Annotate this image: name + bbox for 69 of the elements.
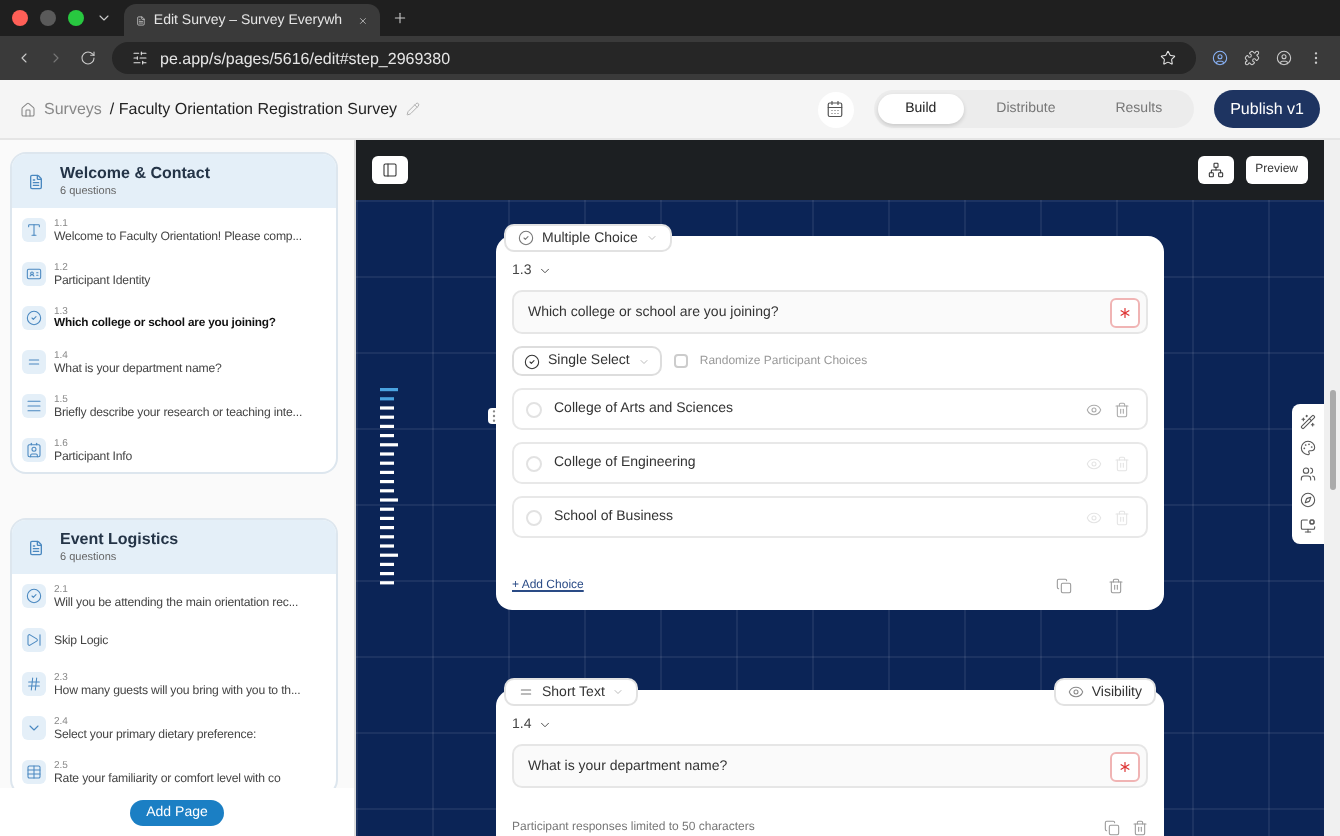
check-circle-icon: [524, 353, 540, 369]
star-icon: [1160, 50, 1176, 66]
compass-icon: [1300, 492, 1316, 508]
calendar-button[interactable]: [817, 91, 854, 127]
randomize-checkbox[interactable]: [673, 354, 688, 368]
pencil-icon: [405, 102, 420, 116]
chevron-down-icon: [612, 686, 625, 698]
address-bar[interactable]: pe.app/s/pages/5616/edit#step_2969380: [112, 42, 1196, 74]
maximize-window-button[interactable]: [68, 10, 84, 26]
eye-icon: [1067, 684, 1084, 700]
check-circle-icon: [518, 230, 534, 246]
chevron-down-icon: [637, 355, 650, 367]
chevron-down-icon: [645, 232, 658, 244]
sidebar-toggle-button[interactable]: [372, 156, 408, 184]
sliders-icon: [132, 50, 148, 66]
close-window-button[interactable]: [12, 10, 28, 26]
forward-icon: [48, 50, 64, 66]
paragraph-icon: [22, 394, 46, 418]
trash-icon: [1108, 578, 1124, 594]
back-icon: [16, 50, 32, 66]
chevron-down-icon: [22, 716, 46, 740]
required-button[interactable]: [1110, 751, 1140, 781]
copy-icon: [1056, 578, 1072, 594]
trash-icon: [1114, 401, 1130, 417]
users-icon: [1300, 466, 1316, 482]
extensions-icon: [1244, 50, 1260, 66]
minimize-window-button[interactable]: [40, 10, 56, 26]
trash-icon: [1132, 820, 1148, 836]
page-icon: [24, 535, 48, 559]
section-title: Welcome & Contact: [60, 164, 210, 182]
home-icon: [20, 101, 36, 117]
eye-icon: [1086, 509, 1102, 525]
monitor-icon: [1300, 518, 1316, 534]
section-title: Event Logistics: [60, 530, 179, 548]
close-icon: [358, 13, 368, 27]
asterisk-icon: [1116, 757, 1134, 775]
calendar-icon: [826, 100, 845, 118]
publish-button[interactable]: Publish v1: [1214, 90, 1320, 128]
hash-icon: [22, 672, 46, 696]
copy-icon: [1104, 820, 1120, 836]
reload-icon: [80, 50, 96, 66]
chevron-down-icon: [537, 718, 552, 732]
lines-icon: [22, 350, 46, 374]
page-icon: [136, 13, 146, 27]
profile-icon: [1276, 50, 1292, 66]
panel-icon: [382, 162, 398, 178]
skip-icon: [22, 628, 46, 652]
new-tab-icon: [392, 10, 408, 26]
trash-icon: [1114, 455, 1130, 471]
network-icon: [1207, 162, 1224, 178]
survey-title: / Faculty Orientation Registration Survey: [109, 100, 398, 118]
extension-icon: [1212, 50, 1228, 66]
eye-icon: [1086, 401, 1102, 417]
palette-icon: [1300, 440, 1316, 456]
flow-button[interactable]: [1197, 156, 1234, 184]
required-button[interactable]: [1110, 297, 1140, 327]
check-circle-icon: [22, 306, 46, 330]
lines-icon: [518, 684, 534, 700]
contact-card-icon: [22, 438, 46, 462]
eye-icon: [1086, 455, 1102, 471]
asterisk-icon: [1116, 303, 1134, 321]
chevron-down-icon: [537, 264, 552, 278]
id-card-icon: [22, 262, 46, 286]
trash-icon: [1114, 509, 1130, 525]
tab-menu-icon: [96, 10, 112, 26]
text-icon: [22, 218, 46, 242]
wand-icon: [1300, 414, 1316, 430]
check-circle-icon: [22, 584, 46, 608]
page-icon: [24, 169, 48, 193]
